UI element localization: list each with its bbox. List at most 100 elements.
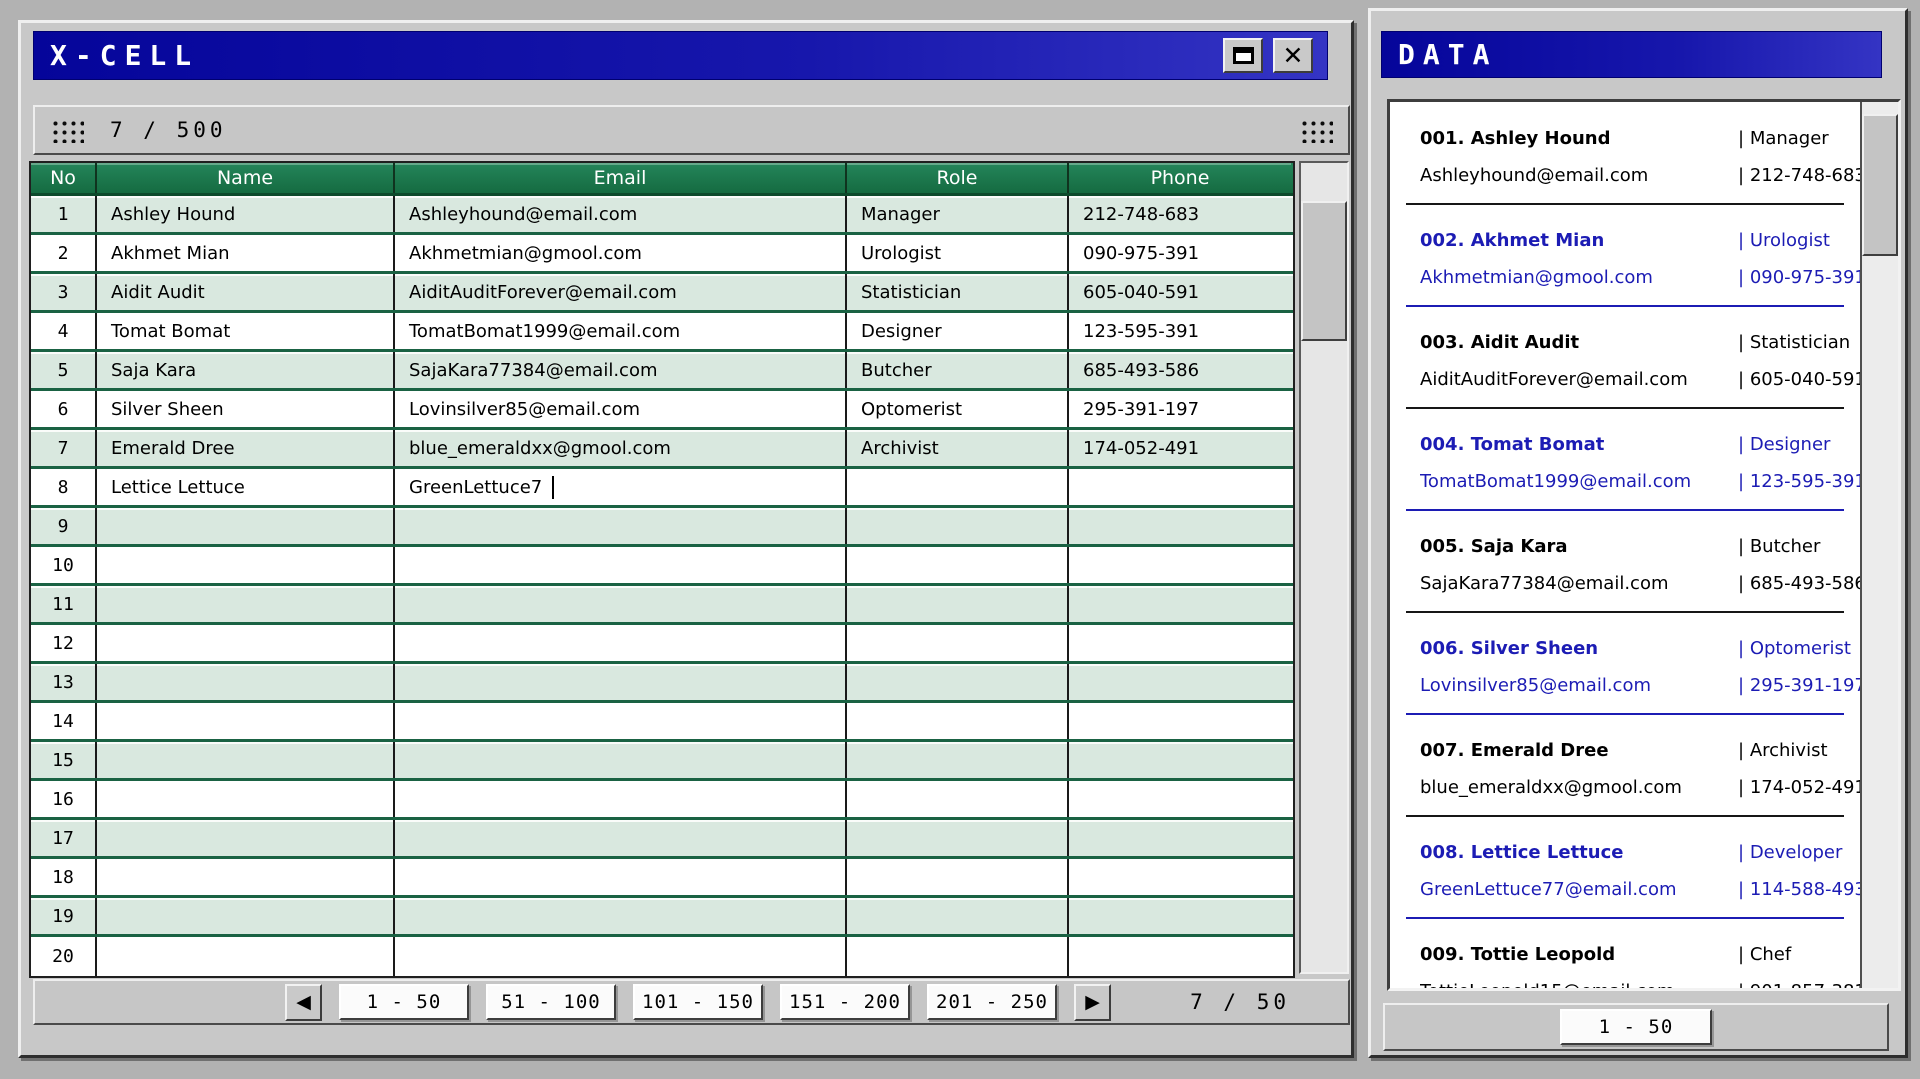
cell-email[interactable]: GreenLettuce7 [393,469,845,505]
cell-role[interactable]: Optomerist [845,391,1067,427]
cell-role[interactable] [845,898,1067,934]
cell-role[interactable] [845,703,1067,739]
cell-phone[interactable] [1067,508,1291,544]
cell-phone[interactable] [1067,898,1291,934]
cell-name[interactable] [95,742,393,778]
record-item[interactable]: 006. Silver Sheen | Optomerist Lovinsilv… [1390,622,1860,724]
cell-row-number[interactable]: 17 [31,820,95,856]
cell-role[interactable] [845,586,1067,622]
record-item[interactable]: 004. Tomat Bomat | Designer TomatBomat19… [1390,418,1860,520]
cell-role[interactable] [845,820,1067,856]
cell-email[interactable]: Akhmetmian@gmool.com [393,235,845,271]
cell-row-number[interactable]: 10 [31,547,95,583]
record-item[interactable]: 009. Tottie Leopold | Chef TottieLeopold… [1390,928,1860,988]
cell-email[interactable] [393,781,845,817]
table-scrollbar[interactable] [1299,161,1349,974]
cell-name[interactable]: Ashley Hound [95,196,393,232]
cell-row-number[interactable]: 16 [31,781,95,817]
cell-role[interactable] [845,625,1067,661]
cell-row-number[interactable]: 8 [31,469,95,505]
page-range-button[interactable]: 151 - 200 [780,984,910,1020]
cell-name[interactable] [95,664,393,700]
cell-email[interactable]: AiditAuditForever@email.com [393,274,845,310]
column-header[interactable]: Phone [1067,163,1291,193]
cell-row-number[interactable]: 7 [31,430,95,466]
cell-name[interactable]: Tomat Bomat [95,313,393,349]
column-header[interactable]: No [31,163,95,193]
record-item[interactable]: 005. Saja Kara | Butcher SajaKara77384@e… [1390,520,1860,622]
cell-email[interactable] [393,937,845,976]
cell-role[interactable] [845,742,1067,778]
cell-phone[interactable] [1067,742,1291,778]
cell-name[interactable] [95,781,393,817]
cell-row-number[interactable]: 9 [31,508,95,544]
cell-phone[interactable]: 174-052-491 [1067,430,1291,466]
cell-role[interactable] [845,937,1067,976]
data-page-button[interactable]: 1 - 50 [1560,1009,1712,1045]
cell-role[interactable] [845,859,1067,895]
cell-row-number[interactable]: 19 [31,898,95,934]
cell-row-number[interactable]: 6 [31,391,95,427]
cell-name[interactable] [95,547,393,583]
cell-email[interactable]: SajaKara77384@email.com [393,352,845,388]
close-button[interactable]: ✕ [1273,38,1313,73]
cell-row-number[interactable]: 15 [31,742,95,778]
cell-phone[interactable]: 685-493-586 [1067,352,1291,388]
cell-role[interactable] [845,469,1067,505]
cell-phone[interactable]: 123-595-391 [1067,313,1291,349]
cell-name[interactable]: Emerald Dree [95,430,393,466]
cell-row-number[interactable]: 20 [31,937,95,976]
cell-email[interactable]: blue_emeraldxx@gmool.com [393,430,845,466]
cell-phone[interactable] [1067,625,1291,661]
cell-phone[interactable]: 605-040-591 [1067,274,1291,310]
data-titlebar[interactable]: DATA [1381,31,1882,78]
cell-name[interactable] [95,820,393,856]
cell-phone[interactable] [1067,937,1291,976]
record-item[interactable]: 001. Ashley Hound | Manager Ashleyhound@… [1390,112,1860,214]
cell-role[interactable] [845,664,1067,700]
cell-phone[interactable]: 090-975-391 [1067,235,1291,271]
cell-name[interactable]: Saja Kara [95,352,393,388]
cell-name[interactable]: Lettice Lettuce [95,469,393,505]
cell-role[interactable] [845,781,1067,817]
cell-phone[interactable] [1067,703,1291,739]
prev-page-button[interactable]: ◀ [285,984,322,1021]
data-scrollbar-thumb[interactable] [1862,114,1898,256]
cell-role[interactable]: Archivist [845,430,1067,466]
cell-phone[interactable] [1067,586,1291,622]
cell-email[interactable]: Lovinsilver85@email.com [393,391,845,427]
cell-email[interactable] [393,859,845,895]
cell-email[interactable] [393,547,845,583]
page-range-button[interactable]: 1 - 50 [339,984,469,1020]
cell-role[interactable] [845,547,1067,583]
cell-role[interactable]: Urologist [845,235,1067,271]
record-item[interactable]: 003. Aidit Audit | Statistician AiditAud… [1390,316,1860,418]
cell-email[interactable] [393,625,845,661]
cell-email[interactable] [393,820,845,856]
drag-grip-icon-right[interactable] [1299,117,1333,143]
cell-name[interactable] [95,703,393,739]
cell-row-number[interactable]: 3 [31,274,95,310]
cell-name[interactable] [95,898,393,934]
cell-phone[interactable] [1067,664,1291,700]
cell-row-number[interactable]: 14 [31,703,95,739]
cell-row-number[interactable]: 18 [31,859,95,895]
cell-role[interactable]: Manager [845,196,1067,232]
cell-row-number[interactable]: 5 [31,352,95,388]
table-scrollbar-thumb[interactable] [1301,201,1347,341]
cell-row-number[interactable]: 4 [31,313,95,349]
cell-role[interactable]: Designer [845,313,1067,349]
data-scrollbar[interactable] [1860,102,1898,988]
cell-row-number[interactable]: 13 [31,664,95,700]
cell-role[interactable]: Statistician [845,274,1067,310]
page-range-button[interactable]: 51 - 100 [486,984,616,1020]
cell-name[interactable]: Akhmet Mian [95,235,393,271]
cell-row-number[interactable]: 12 [31,625,95,661]
cell-email[interactable] [393,586,845,622]
cell-role[interactable] [845,508,1067,544]
cell-phone[interactable] [1067,469,1291,505]
cell-email[interactable]: Ashleyhound@email.com [393,196,845,232]
cell-email[interactable] [393,703,845,739]
cell-phone[interactable] [1067,820,1291,856]
maximize-button[interactable] [1223,38,1263,73]
